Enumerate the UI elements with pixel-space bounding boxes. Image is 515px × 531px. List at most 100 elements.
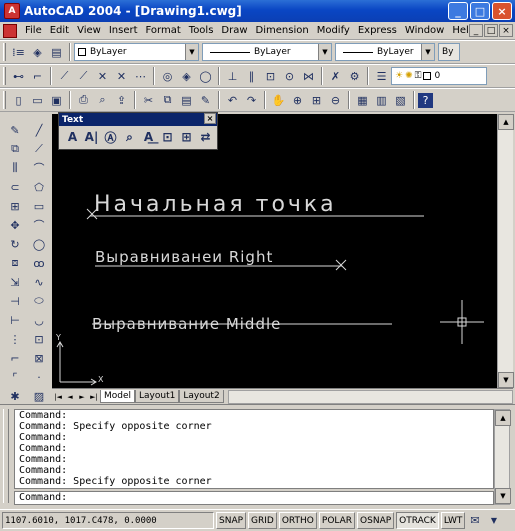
- menu-insert[interactable]: Insert: [105, 25, 142, 36]
- next-tab-icon[interactable]: ►: [76, 390, 88, 403]
- revision-cloud-icon[interactable]: ꝏ: [30, 254, 49, 272]
- scroll-up-icon[interactable]: ▲: [498, 114, 514, 130]
- scale-text-icon[interactable]: ⊡: [158, 128, 177, 146]
- properties-icon[interactable]: ▦: [353, 91, 372, 109]
- express-layer-icon[interactable]: ⁞≡: [9, 43, 28, 61]
- toolbar-grip[interactable]: [3, 67, 6, 85]
- text-style-icon[interactable]: A͟: [139, 128, 158, 146]
- menu-file[interactable]: File: [21, 25, 46, 36]
- chevron-down-icon[interactable]: ▼: [421, 44, 434, 60]
- snap-apparent-icon[interactable]: ✕: [112, 67, 131, 85]
- drawing-horizontal-scrollbar[interactable]: [227, 389, 513, 404]
- find-replace-icon[interactable]: ⌕: [120, 128, 139, 146]
- toolbar-grip[interactable]: [3, 43, 6, 61]
- scroll-down-icon[interactable]: ▼: [498, 372, 514, 388]
- command-history[interactable]: Command: Command: Specify opposite corne…: [14, 409, 494, 489]
- polygon-icon[interactable]: ⬠: [30, 178, 49, 196]
- redo-icon[interactable]: ↷: [242, 91, 261, 109]
- menu-modify[interactable]: Modify: [313, 25, 354, 36]
- doc-restore-button[interactable]: □: [484, 24, 498, 37]
- chevron-down-icon[interactable]: ▼: [318, 44, 331, 60]
- tab-layout1[interactable]: Layout1: [135, 390, 180, 403]
- menu-view[interactable]: View: [73, 25, 105, 36]
- new-file-icon[interactable]: ▯: [9, 91, 28, 109]
- chevron-down-icon[interactable]: ▼: [185, 44, 198, 60]
- coordinate-readout[interactable]: 1107.6010, 1017.C478, 0.0000: [2, 512, 214, 529]
- menu-dimension[interactable]: Dimension: [252, 25, 313, 36]
- zoom-window-icon[interactable]: ⊞: [307, 91, 326, 109]
- mirror-icon[interactable]: ⫼: [6, 159, 25, 177]
- menu-express[interactable]: Express: [354, 25, 401, 36]
- rectangle-icon[interactable]: ▭: [30, 197, 49, 215]
- help-icon[interactable]: ?: [418, 92, 433, 108]
- offset-icon[interactable]: ⊂: [6, 178, 25, 196]
- tab-model[interactable]: Model: [100, 390, 136, 403]
- status-menu-chevron-icon[interactable]: ▼: [484, 512, 503, 530]
- command-scrollbar[interactable]: ▲ ▼: [494, 409, 511, 505]
- design-center-icon[interactable]: ▥: [372, 91, 391, 109]
- osnap-settings-icon[interactable]: ⚙: [345, 67, 364, 85]
- fillet-icon[interactable]: ⌜: [6, 368, 25, 386]
- arc-icon[interactable]: ⌒: [30, 216, 49, 234]
- command-window-grip[interactable]: [3, 409, 9, 503]
- snap-none-icon[interactable]: ✗: [326, 67, 345, 85]
- justify-text-icon[interactable]: ⊞: [177, 128, 196, 146]
- lineweight-combo[interactable]: ByLayer ▼: [335, 43, 435, 61]
- point-icon[interactable]: ·: [30, 368, 49, 386]
- menu-edit[interactable]: Edit: [46, 25, 73, 36]
- communication-center-icon[interactable]: ✉: [465, 512, 484, 530]
- temp-track-icon[interactable]: ⊷: [9, 67, 28, 85]
- otrack-toggle[interactable]: OTRACK: [396, 512, 439, 529]
- snap-insert-icon[interactable]: ⊡: [261, 67, 280, 85]
- doc-close-button[interactable]: ×: [499, 24, 513, 37]
- print-icon[interactable]: ⎙: [74, 91, 93, 109]
- circle-icon[interactable]: ◯: [30, 235, 49, 253]
- menu-tools[interactable]: Tools: [185, 25, 218, 36]
- snap-perpendicular-icon[interactable]: ⊥: [223, 67, 242, 85]
- chamfer-icon[interactable]: ⌐: [6, 349, 25, 367]
- single-line-text-icon[interactable]: A|: [82, 128, 101, 146]
- scroll-up-icon[interactable]: ▲: [495, 410, 511, 426]
- stretch-icon[interactable]: ⇲: [6, 273, 25, 291]
- extend-icon[interactable]: ⊢: [6, 311, 25, 329]
- menu-window[interactable]: Window: [401, 25, 448, 36]
- edit-text-icon[interactable]: Ⓐ: [101, 128, 120, 146]
- snap-intersection-icon[interactable]: ✕: [93, 67, 112, 85]
- hatch-icon[interactable]: ▨: [30, 387, 49, 405]
- make-block-icon[interactable]: ⊠: [30, 349, 49, 367]
- snap-toggle[interactable]: SNAP: [216, 512, 247, 529]
- scroll-down-icon[interactable]: ▼: [495, 488, 511, 504]
- polar-toggle[interactable]: POLAR: [318, 512, 356, 529]
- print-preview-icon[interactable]: ⌕: [93, 91, 112, 109]
- ortho-toggle[interactable]: ORTHO: [278, 512, 317, 529]
- zoom-realtime-icon[interactable]: ⊕: [288, 91, 307, 109]
- text-toolbar-title[interactable]: Text ×: [59, 113, 217, 126]
- layer-color-combo[interactable]: ByLayer ▼: [74, 43, 199, 61]
- trim-icon[interactable]: ⊣: [6, 292, 25, 310]
- paste-icon[interactable]: ▤: [177, 91, 196, 109]
- line-icon[interactable]: ╱: [30, 121, 49, 139]
- pan-icon[interactable]: ✋: [269, 91, 288, 109]
- copy-object-icon[interactable]: ⧉: [6, 140, 25, 158]
- express-match-icon[interactable]: ◈: [28, 43, 47, 61]
- spline-icon[interactable]: ∿: [30, 273, 49, 291]
- open-folder-icon[interactable]: ▭: [28, 91, 47, 109]
- layers-manager-icon[interactable]: ☰: [372, 67, 391, 85]
- prev-tab-icon[interactable]: ◄: [64, 390, 76, 403]
- tool-palettes-icon[interactable]: ▧: [391, 91, 410, 109]
- snap-extension-icon[interactable]: ⋯: [131, 67, 150, 85]
- menu-draw[interactable]: Draw: [217, 25, 251, 36]
- close-button[interactable]: ×: [492, 2, 512, 20]
- zoom-previous-icon[interactable]: ⊖: [326, 91, 345, 109]
- snap-parallel-icon[interactable]: ∥: [242, 67, 261, 85]
- plotstyle-combo[interactable]: By: [438, 43, 460, 61]
- rotate-icon[interactable]: ↻: [6, 235, 25, 253]
- document-icon[interactable]: [3, 23, 17, 38]
- snap-quadrant-icon[interactable]: ◈: [177, 67, 196, 85]
- linetype-combo[interactable]: ByLayer ▼: [202, 43, 332, 61]
- break-icon[interactable]: ⋮: [6, 330, 25, 348]
- construction-line-icon[interactable]: ⟋: [30, 140, 49, 158]
- convert-distance-icon[interactable]: ⇄: [196, 128, 215, 146]
- cut-icon[interactable]: ✂: [139, 91, 158, 109]
- erase-icon[interactable]: ✎: [6, 121, 25, 139]
